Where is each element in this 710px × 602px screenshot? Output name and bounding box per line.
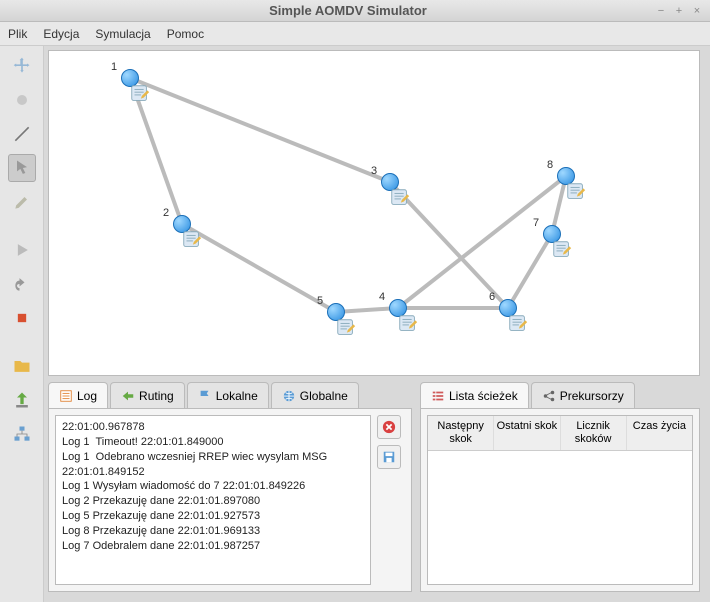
paths-table[interactable]: Następny skok Ostatni skok Licznik skokó… bbox=[427, 415, 693, 585]
tool-play[interactable] bbox=[8, 236, 36, 264]
tab-paths[interactable]: Lista ścieżek bbox=[420, 382, 529, 408]
titlebar: Simple AOMDV Simulator − + × bbox=[0, 0, 710, 22]
node-label-5: 5 bbox=[317, 295, 323, 307]
left-tabs: Log Ruting Lokalne Globalne bbox=[48, 382, 412, 408]
node-note-icon bbox=[551, 239, 573, 261]
simulation-canvas[interactable]: 1 2 3 4 5 6 7 8 bbox=[48, 50, 700, 376]
tool-stop[interactable] bbox=[8, 304, 36, 332]
th-hop-count[interactable]: Licznik skoków bbox=[561, 416, 627, 450]
node-note-icon bbox=[507, 313, 529, 335]
log-icon bbox=[59, 389, 73, 403]
flag-icon bbox=[198, 389, 212, 403]
node-note-icon bbox=[397, 313, 419, 335]
menu-help[interactable]: Pomoc bbox=[167, 27, 204, 41]
node-note-icon bbox=[565, 181, 587, 203]
log-panel: 22:01:00.967878 Log 1 Timeout! 22:01:01.… bbox=[48, 408, 412, 592]
tool-pan[interactable] bbox=[8, 52, 36, 80]
node-note-icon bbox=[129, 83, 151, 105]
tab-global[interactable]: Globalne bbox=[271, 382, 359, 408]
log-textarea[interactable]: 22:01:00.967878 Log 1 Timeout! 22:01:01.… bbox=[55, 415, 371, 585]
tab-routing[interactable]: Ruting bbox=[110, 382, 185, 408]
menu-simulation[interactable]: Symulacja bbox=[95, 27, 150, 41]
routing-icon bbox=[121, 389, 135, 403]
maximize-button[interactable]: + bbox=[672, 4, 686, 18]
tab-precursors[interactable]: Prekursorzy bbox=[531, 382, 635, 408]
tool-brush[interactable] bbox=[8, 188, 36, 216]
menu-file[interactable]: Plik bbox=[8, 27, 27, 41]
node-label-7: 7 bbox=[533, 217, 539, 229]
toolbar bbox=[0, 46, 44, 602]
log-save-button[interactable] bbox=[377, 445, 401, 469]
tool-network[interactable] bbox=[8, 420, 36, 448]
node-label-4: 4 bbox=[379, 291, 385, 303]
node-label-3: 3 bbox=[371, 165, 377, 177]
paths-panel: Następny skok Ostatni skok Licznik skokó… bbox=[420, 408, 700, 592]
share-icon bbox=[542, 389, 556, 403]
tool-step[interactable] bbox=[8, 270, 36, 298]
log-clear-button[interactable] bbox=[377, 415, 401, 439]
tool-node[interactable] bbox=[8, 86, 36, 114]
tab-log[interactable]: Log bbox=[48, 382, 108, 408]
tool-edge[interactable] bbox=[8, 120, 36, 148]
tool-save[interactable] bbox=[8, 386, 36, 414]
minimize-button[interactable]: − bbox=[654, 4, 668, 18]
node-label-2: 2 bbox=[163, 207, 169, 219]
th-lifetime[interactable]: Czas życia bbox=[627, 416, 692, 450]
node-note-icon bbox=[335, 317, 357, 339]
globe-icon bbox=[282, 389, 296, 403]
node-note-icon bbox=[181, 229, 203, 251]
node-label-8: 8 bbox=[547, 159, 553, 171]
th-last-hop[interactable]: Ostatni skok bbox=[494, 416, 560, 450]
node-label-1: 1 bbox=[111, 61, 117, 73]
menu-edit[interactable]: Edycja bbox=[43, 27, 79, 41]
tool-select[interactable] bbox=[8, 154, 36, 182]
node-label-6: 6 bbox=[489, 291, 495, 303]
list-icon bbox=[431, 389, 445, 403]
window-title: Simple AOMDV Simulator bbox=[46, 3, 650, 18]
tab-local[interactable]: Lokalne bbox=[187, 382, 269, 408]
right-tabs: Lista ścieżek Prekursorzy bbox=[420, 382, 700, 408]
node-note-icon bbox=[389, 187, 411, 209]
th-next-hop[interactable]: Następny skok bbox=[428, 416, 494, 450]
menubar: Plik Edycja Symulacja Pomoc bbox=[0, 22, 710, 46]
close-button[interactable]: × bbox=[690, 4, 704, 18]
tool-open[interactable] bbox=[8, 352, 36, 380]
